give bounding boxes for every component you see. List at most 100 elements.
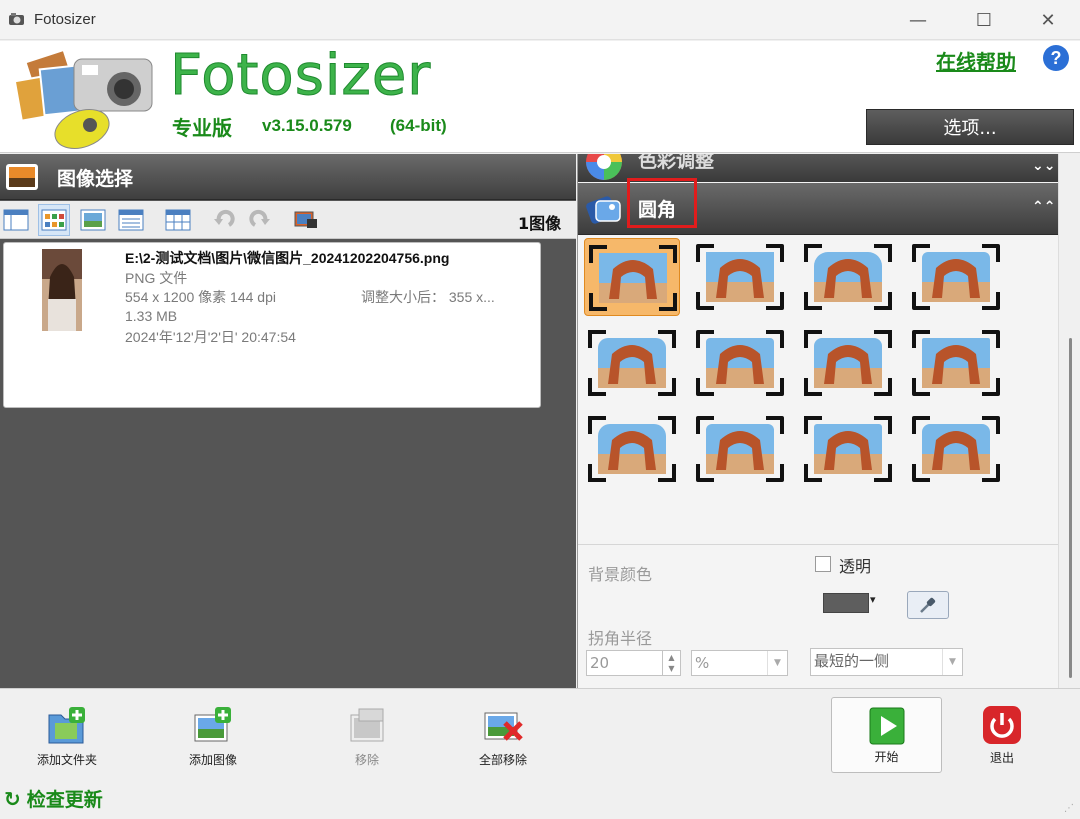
chevron-up-icon[interactable]: ⌃⌃ [1032, 199, 1055, 215]
play-icon [869, 707, 904, 744]
add-folder-icon [48, 707, 85, 744]
eyedropper-icon [920, 597, 936, 613]
remove-label: 移除 [354, 753, 379, 767]
arch-photo-icon [804, 416, 892, 482]
view-list-icon[interactable] [115, 204, 147, 236]
file-list-item[interactable]: E:\2-测试文档\图片\微信图片_20241202204756.png PNG… [3, 242, 541, 408]
file-resize-result: 调整大小后： 355 x... [361, 289, 495, 305]
image-selection-panel: 图像选择 1图像 E:\2-测试文档\图片\微信图片_2024120220475… [0, 154, 576, 688]
eyedropper-button[interactable] [907, 591, 949, 619]
chevron-down-icon[interactable]: ⌄⌄ [1032, 158, 1055, 174]
rotate-right-icon[interactable] [244, 204, 276, 236]
title-bar: Fotosizer — ☐ ✕ [0, 0, 1080, 40]
file-dimensions: 554 x 1200 像素 144 dpi [125, 289, 276, 305]
unit-value: % [695, 654, 710, 672]
image-selection-header: 图像选择 [0, 154, 576, 200]
transparent-checkbox[interactable] [815, 556, 831, 572]
file-path: E:\2-测试文档\图片\微信图片_20241202204756.png [125, 250, 450, 266]
color-adjust-title: 色彩调整 [638, 154, 715, 172]
start-label: 开始 [874, 749, 899, 764]
check-update-label: 检查更新 [26, 789, 103, 811]
highlight-box [627, 178, 697, 228]
arch-photo-icon [696, 330, 784, 396]
add-folder-button[interactable]: 添加文件夹 [22, 705, 112, 771]
arch-photo-icon [912, 244, 1000, 310]
exit-button[interactable]: 退出 [972, 705, 1032, 771]
arch-photo-icon [696, 416, 784, 482]
corner-style-option[interactable] [908, 410, 1004, 488]
arch-photo-icon [589, 245, 677, 311]
remove-button[interactable]: 移除 [322, 705, 412, 771]
check-update-link[interactable]: ↻ 检查更新 [4, 785, 103, 812]
file-type: PNG 文件 [125, 270, 188, 286]
corner-style-option[interactable] [692, 410, 788, 488]
start-button[interactable]: 开始 [831, 697, 942, 773]
resize-grip[interactable]: ⋰ [1064, 803, 1074, 814]
bottom-toolbar: 添加文件夹 添加图像 移除 全部移除 开始 退出 ↻ 检查更新 ⋰ [0, 688, 1080, 819]
file-date: 2024'年'12'月'2'日' 20:47:54 [125, 329, 296, 345]
corner-style-option[interactable] [692, 238, 788, 316]
corner-style-option[interactable] [584, 410, 680, 488]
corner-style-option[interactable] [800, 238, 896, 316]
corner-radius-value: 20 [590, 654, 610, 672]
background-color-swatch[interactable] [823, 593, 869, 613]
view-table-icon[interactable] [162, 204, 194, 236]
view-details-icon[interactable] [0, 204, 32, 236]
corner-style-option[interactable] [584, 238, 680, 316]
background-color-label: 背景颜色 [588, 565, 653, 584]
chevron-down-icon: ▼ [942, 649, 962, 675]
corner-style-option[interactable] [800, 324, 896, 402]
chevron-down-icon: ▼ [767, 651, 787, 675]
version-label: v3.15.0.579 [262, 116, 352, 135]
maximize-button[interactable]: ☐ [952, 0, 1016, 40]
color-wheel-icon [586, 154, 622, 180]
power-icon [983, 706, 1021, 744]
image-list-toolbar: 1图像 [0, 201, 576, 239]
remove-all-button[interactable]: 全部移除 [458, 705, 548, 771]
close-button[interactable]: ✕ [1016, 0, 1080, 40]
corner-style-grid [578, 236, 1059, 542]
corner-style-option[interactable] [692, 324, 788, 402]
edition-label: 专业版 [172, 116, 232, 140]
corner-style-option[interactable] [584, 324, 680, 402]
corner-style-option[interactable] [908, 324, 1004, 402]
rotate-left-icon[interactable] [208, 204, 240, 236]
view-tiles-icon[interactable] [77, 204, 109, 236]
refresh-icon: ↻ [4, 786, 21, 811]
window-title: Fotosizer [34, 11, 96, 28]
settings-scrollbar[interactable] [1058, 154, 1080, 688]
settings-panel: 色彩调整 ⌄⌄ 圆角 ⌃⌃ 背景颜色 透明 ▾ 拐角半径 20 ▲ ▼ % ▼ … [577, 154, 1059, 688]
options-button[interactable]: 选项... [866, 109, 1074, 145]
corner-style-option[interactable] [800, 410, 896, 488]
remove-all-label: 全部移除 [478, 753, 527, 767]
corner-settings: 背景颜色 透明 ▾ 拐角半径 20 ▲ ▼ % ▼ 最短的一侧 ▼ [578, 544, 1059, 688]
app-header: Fotosizer 专业版 v3.15.0.579 (64-bit) 在线帮助 … [0, 41, 1080, 153]
arch-photo-icon [912, 416, 1000, 482]
arch-photo-icon [912, 330, 1000, 396]
caret-down-icon[interactable]: ▾ [870, 593, 876, 606]
unit-dropdown[interactable]: % ▼ [691, 650, 788, 676]
help-icon[interactable]: ? [1043, 45, 1069, 71]
view-thumbnails-icon[interactable] [38, 204, 70, 236]
scrollbar-thumb[interactable] [1069, 338, 1072, 678]
corner-radius-input[interactable]: 20 ▲ ▼ [586, 650, 681, 676]
remove-icon [350, 708, 384, 742]
side-value: 最短的一侧 [814, 652, 890, 670]
image-selection-title: 图像选择 [57, 168, 134, 190]
image-thumbnail [42, 249, 82, 331]
rounded-corners-icon [586, 196, 621, 224]
online-help-link[interactable]: 在线帮助 [936, 46, 1016, 75]
spin-buttons[interactable]: ▲ ▼ [662, 651, 680, 675]
arch-photo-icon [588, 416, 676, 482]
minimize-button[interactable]: — [886, 0, 950, 40]
camera-logo-icon [13, 48, 153, 149]
arch-photo-icon [588, 330, 676, 396]
transparent-label: 透明 [839, 557, 872, 576]
edit-image-icon[interactable] [290, 204, 322, 236]
add-image-button[interactable]: 添加图像 [168, 705, 258, 771]
side-dropdown[interactable]: 最短的一侧 ▼ [810, 648, 963, 676]
photo-icon [6, 164, 38, 190]
bits-label: (64-bit) [390, 116, 447, 135]
corner-style-option[interactable] [908, 238, 1004, 316]
add-folder-label: 添加文件夹 [36, 753, 97, 767]
